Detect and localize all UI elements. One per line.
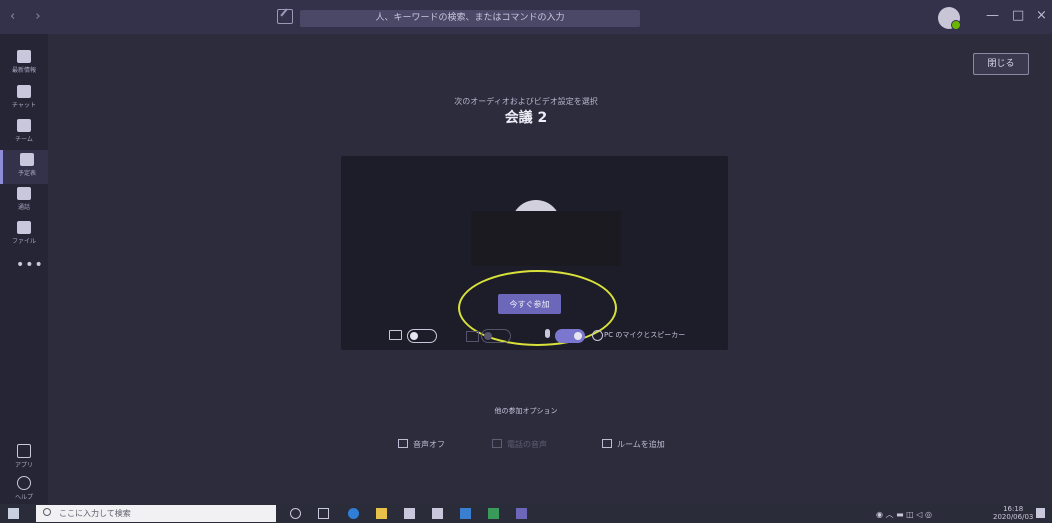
file-icon — [17, 221, 31, 234]
sidebar-item-calendar[interactable]: 予定表 — [0, 150, 51, 184]
notification-icon[interactable] — [1036, 508, 1045, 518]
prejoin-subtitle: 次のオーディオおよびビデオ設定を選択 — [454, 97, 598, 106]
taskbar-search-placeholder: ここに入力して検索 — [59, 509, 131, 518]
taskbar-search-input[interactable]: ここに入力して検索 — [36, 505, 276, 522]
clock-date: 2020/06/03 — [993, 513, 1034, 521]
search-icon — [43, 508, 51, 516]
file-explorer-icon[interactable] — [376, 508, 387, 519]
cortana-icon[interactable] — [290, 508, 301, 519]
edge-icon[interactable] — [348, 508, 359, 519]
system-tray[interactable]: ◉ ︿ ▬ ◫ ◁ ◎ — [876, 509, 932, 520]
close-window-button[interactable]: × — [1036, 8, 1047, 23]
avatar[interactable] — [938, 7, 961, 30]
sidebar-item-activity[interactable]: 最新情報 — [0, 47, 48, 81]
microphone-icon — [545, 329, 550, 338]
option-label: ルームを追加 — [617, 440, 665, 449]
sidebar-item-calls[interactable]: 通話 — [0, 184, 48, 218]
sidebar-item-label: 予定表 — [17, 170, 36, 177]
background-blur-icon — [466, 331, 479, 342]
clock-time: 16:18 — [1003, 505, 1024, 513]
device-settings-icon[interactable] — [592, 330, 603, 341]
option-label: 音声オフ — [413, 440, 445, 449]
camera-toggle[interactable] — [407, 329, 437, 343]
redacted-name-box — [471, 211, 621, 266]
windows-taskbar: ここに入力して検索 ◉ ︿ ▬ ◫ ◁ ◎ 16:18 2020/06/03 — [0, 504, 1052, 523]
close-button[interactable]: 閉じる — [973, 53, 1029, 75]
add-room-option[interactable]: ルームを追加 — [602, 439, 665, 450]
other-join-options-title: 他の参加オプション — [494, 407, 558, 415]
toggle-knob — [410, 332, 418, 340]
blur-toggle[interactable] — [481, 329, 511, 343]
store-icon[interactable] — [404, 508, 415, 519]
microphone-toggle[interactable] — [555, 329, 585, 343]
speaker-off-icon — [398, 439, 408, 448]
sidebar-item-label: チーム — [15, 136, 33, 143]
sidebar-item-label: 通話 — [17, 204, 30, 211]
more-apps-icon[interactable]: ••• — [16, 257, 44, 273]
audio-device-label[interactable]: PC のマイクとスピーカー — [604, 330, 685, 340]
excel-icon[interactable] — [488, 508, 499, 519]
taskbar-clock[interactable]: 16:18 2020/06/03 — [993, 505, 1033, 521]
toggle-knob — [574, 332, 582, 340]
calendar-icon — [20, 153, 34, 166]
outlook-icon[interactable] — [460, 508, 471, 519]
title-bar: ‹ › 人、キーワードの検索、またはコマンドの入力 — □ × — [0, 0, 1052, 34]
maximize-button[interactable]: □ — [1012, 8, 1024, 23]
camera-icon — [389, 330, 402, 340]
nav-arrows[interactable]: ‹ › — [10, 9, 49, 24]
audio-off-option[interactable]: 音声オフ — [398, 439, 445, 450]
minimize-button[interactable]: — — [986, 8, 999, 23]
windows-start-icon[interactable] — [8, 508, 19, 519]
cast-icon — [602, 439, 612, 448]
help-icon — [17, 476, 31, 490]
sidebar-item-label: 最新情報 — [11, 67, 36, 74]
sidebar-item-label: ファイル — [11, 238, 36, 245]
new-chat-icon[interactable] — [277, 9, 293, 24]
sidebar-item-files[interactable]: ファイル — [0, 218, 48, 252]
bell-icon — [17, 50, 31, 63]
search-input[interactable]: 人、キーワードの検索、またはコマンドの入力 — [300, 10, 640, 27]
phone-audio-option: 電話の音声 — [492, 439, 547, 450]
sidebar-item-apps[interactable]: アプリ — [0, 444, 48, 469]
sidebar-item-label: ヘルプ — [14, 494, 33, 501]
phone-audio-icon — [492, 439, 502, 448]
toggle-knob — [484, 332, 492, 340]
option-label: 電話の音声 — [507, 440, 547, 449]
sidebar-item-help[interactable]: ヘルプ — [0, 476, 48, 501]
teams-taskbar-icon[interactable] — [516, 508, 527, 519]
meeting-title: 会議 2 — [504, 110, 548, 126]
task-view-icon[interactable] — [318, 508, 329, 519]
phone-icon — [17, 187, 31, 200]
apps-icon — [17, 444, 31, 458]
mail-icon[interactable] — [432, 508, 443, 519]
sidebar-item-label: アプリ — [14, 462, 33, 469]
